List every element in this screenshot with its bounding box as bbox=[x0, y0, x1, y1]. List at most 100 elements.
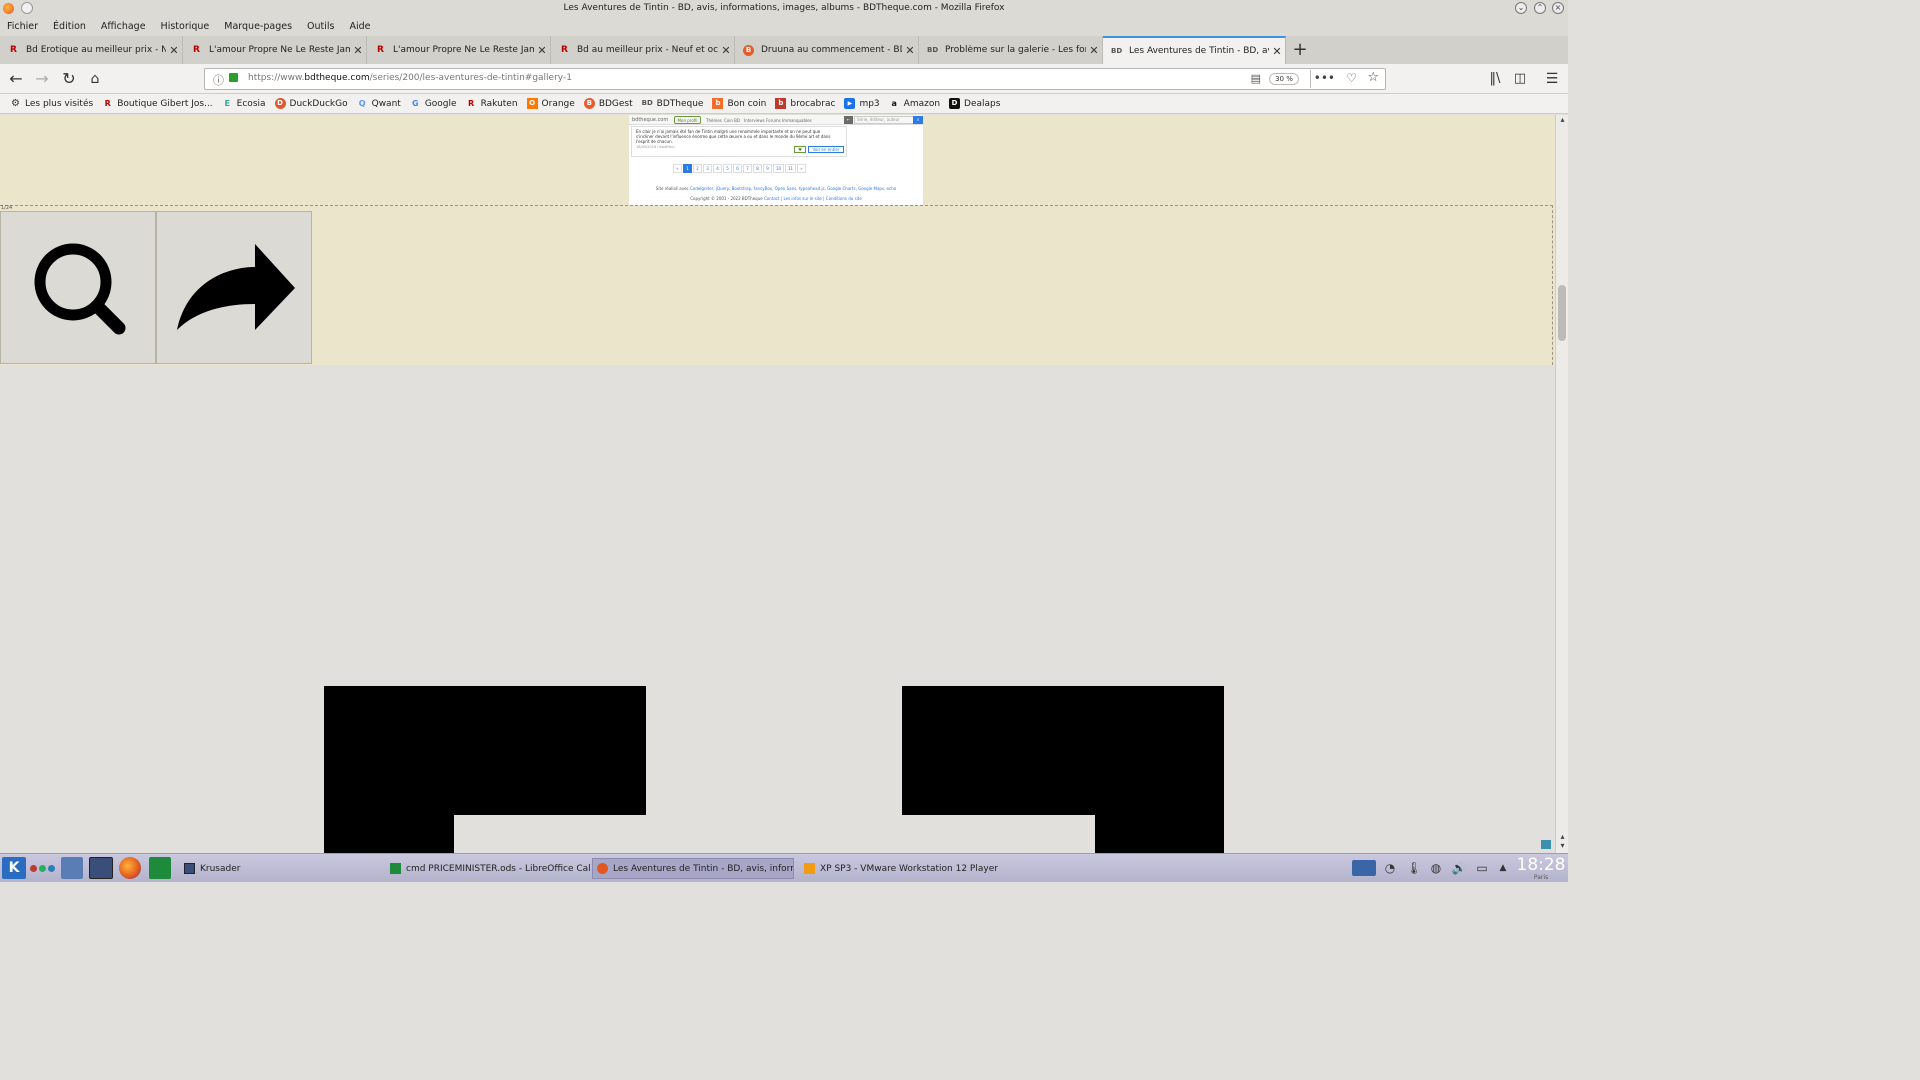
page-link[interactable]: 3 bbox=[703, 164, 712, 173]
url-bar[interactable]: ⓘ https://www.bdtheque.com/series/200/le… bbox=[204, 68, 1386, 90]
nav-link-interviews[interactable]: Interviews bbox=[744, 118, 765, 123]
zoom-button[interactable] bbox=[0, 211, 156, 364]
scroll-down-icon[interactable]: ▾ bbox=[1557, 841, 1568, 850]
bookmark-brocabrac[interactable]: b brocabrac bbox=[775, 98, 835, 109]
minimize-button[interactable]: ⌄ bbox=[1515, 2, 1527, 14]
pocket-icon[interactable]: ♡ bbox=[1346, 71, 1357, 85]
tab-bd-erotique[interactable]: R Bd Erotique au meilleur prix - Neuf e … bbox=[0, 36, 183, 64]
firefox-icon[interactable] bbox=[119, 857, 141, 879]
volume-icon[interactable]: 🔊 bbox=[1451, 860, 1467, 876]
library-icon[interactable]: ‖\ bbox=[1484, 69, 1506, 89]
page-link[interactable]: 1 bbox=[683, 164, 692, 173]
lock-icon[interactable] bbox=[229, 73, 238, 82]
close-window-button[interactable]: × bbox=[1552, 2, 1564, 14]
forward-arrow-icon[interactable]: → bbox=[31, 69, 53, 89]
site-logo[interactable]: bdtheque.com bbox=[632, 117, 668, 123]
bookmark-star-icon[interactable]: ☆ bbox=[1367, 70, 1379, 85]
tray-expand-icon[interactable]: ▲ bbox=[1495, 860, 1511, 876]
reader-view-icon[interactable]: ▤ bbox=[1251, 72, 1261, 85]
close-tab-icon[interactable]: ✕ bbox=[166, 44, 182, 57]
sidebar-icon[interactable]: ◫ bbox=[1509, 69, 1531, 89]
like-button[interactable]: ♥ bbox=[794, 146, 806, 153]
vertical-scrollbar[interactable]: ▴ ▴ ▾ bbox=[1555, 115, 1568, 853]
menu-affichage[interactable]: Affichage bbox=[101, 21, 146, 32]
page-link[interactable]: 8 bbox=[753, 164, 762, 173]
close-tab-icon[interactable]: ✕ bbox=[902, 44, 918, 57]
clock[interactable]: 18:28 bbox=[1516, 855, 1566, 875]
page-next[interactable]: » bbox=[797, 164, 806, 173]
maximize-button[interactable]: ⌃ bbox=[1534, 2, 1546, 14]
menu-outils[interactable]: Outils bbox=[307, 21, 334, 32]
activities-icon[interactable] bbox=[30, 857, 58, 879]
more-actions-icon[interactable]: ••• bbox=[1314, 71, 1335, 85]
bookmark-dealaps[interactable]: D Dealaps bbox=[949, 98, 1000, 109]
close-tab-icon[interactable]: ✕ bbox=[1086, 44, 1102, 57]
page-link[interactable]: 6 bbox=[733, 164, 742, 173]
page-link[interactable]: 2 bbox=[693, 164, 702, 173]
site-search-input[interactable]: Série, éditeur, auteur bbox=[854, 116, 918, 124]
tab-aventures-tintin[interactable]: BD Les Aventures de Tintin - BD, avis, i… bbox=[1103, 36, 1286, 64]
tab-amour-propre-1[interactable]: R L'amour Propre Ne Le Reste Jamais T ✕ bbox=[183, 36, 367, 64]
close-tab-icon[interactable]: ✕ bbox=[718, 44, 734, 57]
page-link[interactable]: 10 bbox=[773, 164, 784, 173]
bookmark-amazon[interactable]: a Amazon bbox=[889, 98, 940, 109]
nav-link-forums[interactable]: Forums bbox=[766, 118, 781, 123]
share-button[interactable] bbox=[156, 211, 312, 364]
tab-bd-meilleur-prix[interactable]: R Bd au meilleur prix - Neuf et occasio … bbox=[551, 36, 735, 64]
page-link[interactable]: 11 bbox=[785, 164, 796, 173]
nav-link-immanquables[interactable]: Immanquables bbox=[782, 118, 812, 123]
close-tab-icon[interactable]: ✕ bbox=[1269, 45, 1285, 58]
task-firefox[interactable]: Les Aventures de Tintin - BD, avis, info… bbox=[592, 858, 794, 879]
nav-link-coin-bd[interactable]: Coin BD bbox=[724, 118, 740, 123]
new-tab-icon[interactable]: + bbox=[1290, 38, 1310, 62]
page-link[interactable]: 5 bbox=[723, 164, 732, 173]
home-icon[interactable]: ⌂ bbox=[84, 69, 106, 89]
tab-druuna[interactable]: B Druuna au commencement - BD, info ✕ bbox=[735, 36, 919, 64]
display-icon[interactable]: ▭ bbox=[1474, 860, 1490, 876]
bookmark-orange[interactable]: O Orange bbox=[526, 98, 575, 109]
bookmark-ecosia[interactable]: E Ecosia bbox=[222, 98, 265, 109]
scrollbar-thumb[interactable] bbox=[1558, 285, 1566, 341]
bookmark-boutique-gibert[interactable]: R Boutique Gibert Jos... bbox=[102, 98, 213, 109]
krusader-icon[interactable] bbox=[89, 857, 113, 879]
task-krusader[interactable]: Krusader bbox=[180, 858, 380, 879]
site-search-button[interactable]: ⌕ bbox=[913, 116, 923, 124]
bookmark-google[interactable]: G Google bbox=[410, 98, 457, 109]
view-full-button[interactable]: Voir en entier bbox=[808, 146, 844, 153]
menu-fichier[interactable]: Fichier bbox=[7, 21, 38, 32]
bookmark-duckduckgo[interactable]: D DuckDuckGo bbox=[274, 98, 348, 109]
scroll-up-icon[interactable]: ▴ bbox=[1557, 115, 1568, 124]
window-menu-button[interactable] bbox=[21, 2, 33, 14]
kde-launcher-icon[interactable]: K bbox=[2, 857, 26, 879]
file-manager-icon[interactable] bbox=[61, 857, 83, 879]
thermometer-icon[interactable]: 🌡 bbox=[1406, 860, 1422, 876]
back-button[interactable]: ← bbox=[844, 116, 853, 124]
close-tab-icon[interactable]: ✕ bbox=[534, 44, 550, 57]
page-link[interactable]: 4 bbox=[713, 164, 722, 173]
tab-probleme-galerie[interactable]: BD Problème sur la galerie - Les forums … bbox=[919, 36, 1103, 64]
desktop-pager-icon[interactable] bbox=[1352, 860, 1376, 876]
scroll-up-icon[interactable]: ▴ bbox=[1557, 832, 1568, 841]
menu-historique[interactable]: Historique bbox=[161, 21, 210, 32]
scroll-to-top-icon[interactable] bbox=[1541, 840, 1551, 849]
bookmark-qwant[interactable]: Q Qwant bbox=[357, 98, 401, 109]
bookmark-mp3[interactable]: ▶ mp3 bbox=[844, 98, 880, 109]
page-link[interactable]: 9 bbox=[763, 164, 772, 173]
bookmark-les-plus-visites[interactable]: ⚙ Les plus visités bbox=[10, 98, 93, 109]
menu-marque-pages[interactable]: Marque-pages bbox=[224, 21, 292, 32]
hamburger-menu-icon[interactable]: ☰ bbox=[1541, 69, 1563, 89]
task-libreoffice-calc[interactable]: cmd PRICEMINISTER.ods - LibreOffice Calc bbox=[386, 858, 590, 879]
menu-aide[interactable]: Aide bbox=[349, 21, 370, 32]
globe-icon[interactable]: ◍ bbox=[1428, 860, 1444, 876]
bookmark-bdgest[interactable]: B BDGest bbox=[583, 98, 633, 109]
profile-button[interactable]: Mon profil bbox=[674, 116, 701, 124]
bookmark-bdtheque[interactable]: BD BDTheque bbox=[642, 98, 704, 109]
zoom-level[interactable]: 30 % bbox=[1269, 73, 1299, 85]
libreoffice-calc-icon[interactable] bbox=[149, 857, 171, 879]
close-tab-icon[interactable]: ✕ bbox=[350, 44, 366, 57]
menu-edition[interactable]: Édition bbox=[53, 21, 86, 32]
bookmark-rakuten[interactable]: R Rakuten bbox=[466, 98, 518, 109]
page-prev[interactable]: « bbox=[673, 164, 682, 173]
url-text[interactable]: https://www.bdtheque.com/series/200/les-… bbox=[248, 73, 572, 83]
back-arrow-icon[interactable]: ← bbox=[5, 69, 27, 89]
